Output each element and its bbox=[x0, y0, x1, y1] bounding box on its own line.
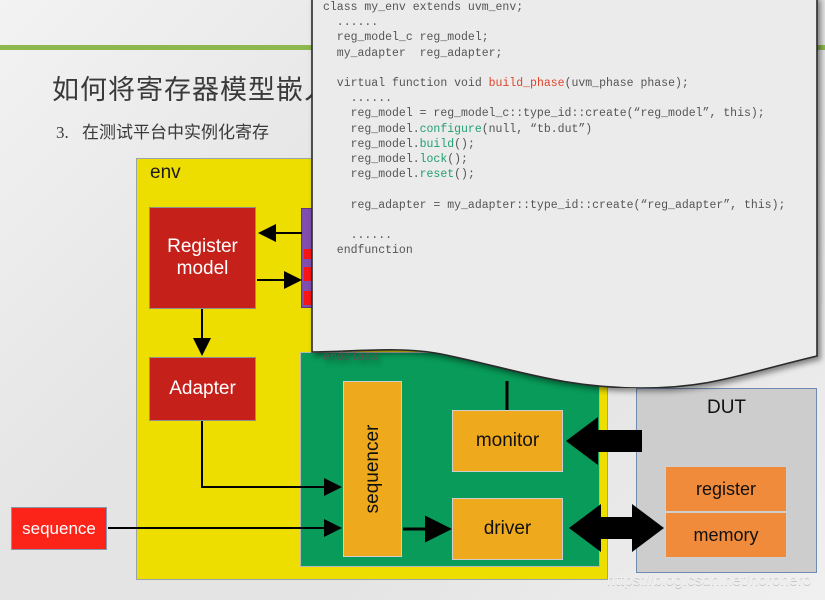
sequencer-label: sequencer bbox=[361, 424, 383, 514]
code-line: class my_env extends uvm_env; bbox=[323, 1, 524, 14]
dut-memory-block[interactable]: memory bbox=[665, 512, 787, 558]
sequence-label: sequence bbox=[22, 518, 96, 538]
bullet-item: 3. 在测试平台中实例化寄存 bbox=[56, 118, 269, 143]
code-listing: class my_env extends uvm_env; ...... reg… bbox=[323, 0, 819, 365]
dut-register-label: register bbox=[695, 478, 757, 499]
sequence-block[interactable]: sequence bbox=[11, 507, 107, 550]
bullet-label: 在测试平台中实例化寄存 bbox=[82, 123, 269, 142]
adapter-label: Adapter bbox=[169, 378, 236, 399]
code-line: (uvm_phase phase); bbox=[564, 77, 689, 91]
watermark-text: https://blog.csdn.net/norohero bbox=[607, 572, 812, 589]
code-line: ...... bbox=[323, 16, 379, 30]
code-line: virtual function void bbox=[323, 77, 489, 91]
code-line: (); bbox=[454, 137, 475, 151]
register-model-block[interactable]: Register model bbox=[149, 207, 256, 309]
code-line: ...... bbox=[323, 229, 393, 243]
code-keyword: lock bbox=[419, 153, 448, 167]
dut-label: DUT bbox=[706, 397, 747, 418]
monitor-label: monitor bbox=[475, 430, 540, 451]
code-overlay-panel: class my_env extends uvm_env; ...... reg… bbox=[311, 0, 819, 388]
sequencer-block[interactable]: sequencer bbox=[343, 381, 402, 557]
code-line: reg_model. bbox=[323, 153, 420, 167]
code-line: reg_adapter = my_adapter::type_id::creat… bbox=[323, 198, 786, 212]
driver-label: driver bbox=[483, 518, 532, 539]
code-line: reg_model. bbox=[323, 168, 420, 182]
page-title: 如何将寄存器模型嵌入 bbox=[52, 75, 332, 105]
env-label: env bbox=[150, 162, 181, 183]
dut-memory-label: memory bbox=[693, 524, 759, 545]
code-line: (); bbox=[447, 153, 468, 167]
code-line: reg_model. bbox=[323, 122, 420, 136]
slide-canvas: 如何将寄存器模型嵌入 3. 在测试平台中实例化寄存 env Register mod… bbox=[0, 0, 825, 600]
code-line: (); bbox=[454, 168, 475, 182]
code-keyword: reset bbox=[419, 168, 455, 182]
code-keyword: build bbox=[419, 137, 455, 151]
code-line: reg_model_c reg_model; bbox=[323, 31, 489, 45]
bullet-number: 3. bbox=[56, 123, 69, 142]
driver-block[interactable]: driver bbox=[452, 498, 563, 560]
code-keyword: build_phase bbox=[488, 77, 565, 91]
code-line: ...... bbox=[323, 92, 393, 106]
dut-register-block[interactable]: register bbox=[665, 466, 787, 512]
code-line: my_adapter reg_adapter; bbox=[323, 46, 503, 60]
register-model-label: Register model bbox=[167, 235, 238, 279]
code-keyword: configure bbox=[419, 122, 482, 136]
code-line: reg_model. bbox=[323, 137, 420, 151]
monitor-block[interactable]: monitor bbox=[452, 410, 563, 472]
code-line: endfunction bbox=[323, 244, 413, 258]
code-line: (null, “tb.dut”) bbox=[481, 122, 593, 136]
code-line: reg_model = reg_model_c::type_id::create… bbox=[323, 107, 765, 121]
code-line: endclass bbox=[323, 350, 379, 364]
adapter-block[interactable]: Adapter bbox=[149, 357, 256, 421]
